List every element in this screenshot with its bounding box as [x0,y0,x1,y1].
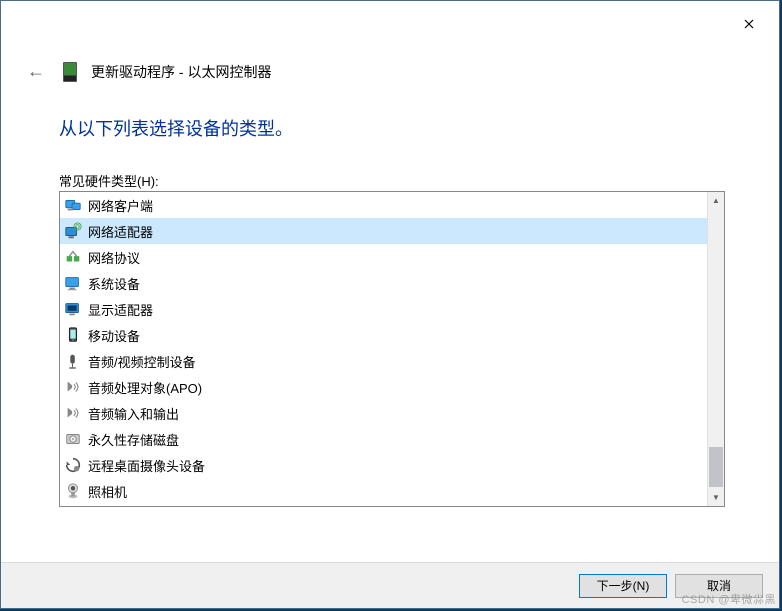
list-item[interactable]: 远程桌面摄像头设备 [60,452,707,478]
list-item-label: 远程桌面摄像头设备 [88,456,205,475]
main-heading: 从以下列表选择设备的类型。 [59,115,293,141]
list-item[interactable]: 移动设备 [60,322,707,348]
list-item-label: 移动设备 [88,326,140,345]
audio-io-icon [64,404,82,422]
scroll-down-button[interactable]: ▼ [708,489,724,506]
list-label: 常见硬件类型(H): [59,171,159,190]
hardware-type-list: 网络客户端网络适配器网络协议系统设备显示适配器移动设备音频/视频控制设备音频处理… [59,191,725,507]
list-item[interactable]: 显示适配器 [60,296,707,322]
network-client-icon [64,196,82,214]
camera-icon [64,482,82,500]
list-item[interactable]: 音频处理对象(APO) [60,374,707,400]
header-row: ← 更新驱动程序 - 以太网控制器 [23,57,271,86]
back-arrow-icon[interactable]: ← [23,57,49,86]
list-item-label: 系统设备 [88,274,140,293]
list-item-label: 网络适配器 [88,222,153,241]
scroll-track[interactable] [708,209,724,489]
list-item-label: 照相机 [88,482,127,501]
mobile-device-icon [64,326,82,344]
av-controller-icon [64,352,82,370]
list-item[interactable]: 网络协议 [60,244,707,270]
storage-disk-icon [64,430,82,448]
apo-icon [64,378,82,396]
watermark: CSDN @卑微尛黑 [682,591,776,607]
list-item-label: 音频/视频控制设备 [88,352,196,371]
list-item-label: 永久性存储磁盘 [88,430,179,449]
list-item-label: 音频输入和输出 [88,404,179,423]
window-title: 更新驱动程序 - 以太网控制器 [91,62,271,82]
scroll-up-button[interactable]: ▲ [708,192,724,209]
scroll-thumb[interactable] [709,447,723,487]
display-adapter-icon [64,300,82,318]
list-item-label: 网络协议 [88,248,140,267]
list-item-label: 音频处理对象(APO) [88,378,202,397]
device-icon [63,62,77,82]
next-button[interactable]: 下一步(N) [579,574,667,598]
network-adapter-icon [64,222,82,240]
network-protocol-icon [64,248,82,266]
list-item[interactable]: 网络客户端 [60,192,707,218]
button-bar: 下一步(N) 取消 [1,562,779,608]
system-device-icon [64,274,82,292]
remote-camera-icon [64,456,82,474]
list-item[interactable]: 音频/视频控制设备 [60,348,707,374]
driver-update-dialog: ← 更新驱动程序 - 以太网控制器 从以下列表选择设备的类型。 常见硬件类型(H… [0,0,780,609]
close-button[interactable] [729,9,769,39]
list-item[interactable]: 网络适配器 [60,218,707,244]
list-item-label: 显示适配器 [88,300,153,319]
list-item-label: 网络客户端 [88,196,153,215]
list-item[interactable]: 照相机 [60,478,707,504]
list-item[interactable]: 永久性存储磁盘 [60,426,707,452]
list-item[interactable]: 音频输入和输出 [60,400,707,426]
list-item[interactable]: 系统设备 [60,270,707,296]
scrollbar[interactable]: ▲ ▼ [707,192,724,506]
